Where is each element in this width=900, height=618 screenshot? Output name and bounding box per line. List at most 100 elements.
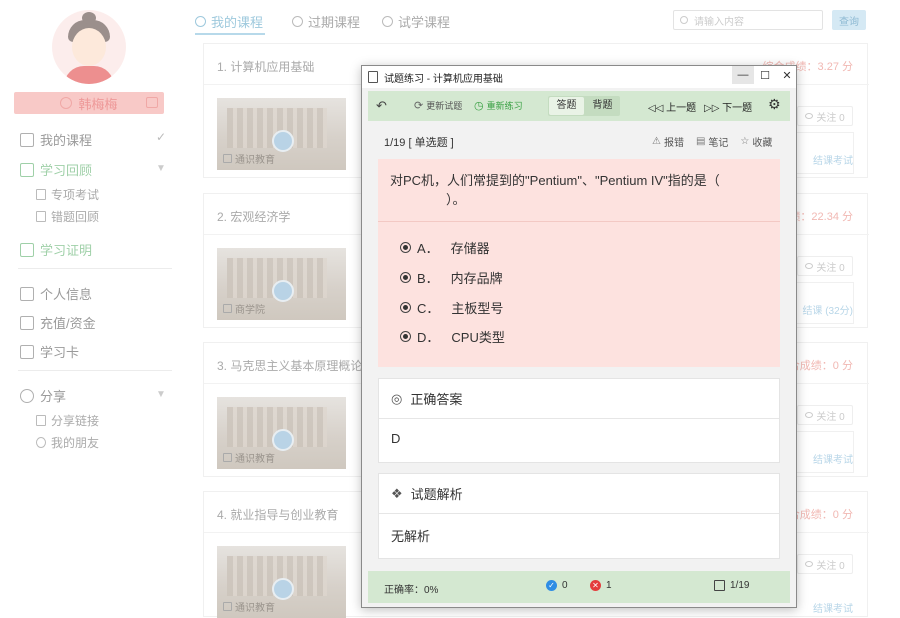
nav-special-exam[interactable]: 专项考试	[36, 186, 99, 203]
refresh-icon: ⟳	[414, 100, 424, 112]
edit-icon[interactable]	[146, 97, 158, 108]
username-bar[interactable]: 韩梅梅	[14, 92, 164, 114]
course-title[interactable]: 2. 宏观经济学	[217, 208, 290, 225]
radio-icon	[400, 331, 411, 342]
nav-wrong-review[interactable]: 错题回顾	[36, 208, 99, 225]
option-a[interactable]: A． 存储器	[400, 238, 490, 257]
nav-label: 我的朋友	[51, 436, 100, 450]
divider	[18, 268, 172, 269]
chevron-down-icon[interactable]: ▼	[156, 163, 166, 174]
nav-study-card[interactable]: 学习卡	[20, 342, 79, 361]
mode-memorize-button[interactable]: 背题	[585, 96, 620, 116]
option-c[interactable]: C． 主板型号	[400, 298, 503, 317]
option-d[interactable]: D． CPU类型	[400, 327, 505, 346]
course-thumbnail[interactable]: 通识教育	[217, 98, 346, 170]
nav-study-review[interactable]: 学习回顾	[20, 160, 92, 179]
search-input[interactable]: 请输入内容	[673, 10, 823, 30]
answer-value: D	[391, 431, 401, 446]
eye-icon	[805, 412, 814, 418]
refresh-questions-button[interactable]: ⟳ 更新试题	[414, 99, 462, 112]
gear-icon[interactable]: ⚙	[768, 96, 781, 113]
radio-icon	[400, 272, 411, 283]
question-line: 对PC机，人们常提到的"Pentium"、"Pentium IV"指的是（	[390, 173, 720, 188]
check-circle-icon: ✓	[546, 580, 557, 591]
school-logo	[272, 130, 294, 152]
final-exam-link[interactable]: 结课考试	[813, 451, 853, 466]
option-key: C．	[417, 301, 440, 316]
divider	[18, 370, 172, 371]
money-bag-icon	[20, 315, 34, 330]
nav-share[interactable]: 分享	[20, 386, 66, 405]
final-exam-link[interactable]: 结课考试	[813, 152, 853, 167]
course-title[interactable]: 1. 计算机应用基础	[217, 58, 314, 75]
follow-label: 关注 0	[816, 411, 845, 423]
maximize-button[interactable]: ☐	[754, 66, 776, 84]
mode-answer-button[interactable]: 答题	[549, 97, 584, 115]
analysis-header: ❖ 试题解析	[379, 474, 779, 514]
monitor-icon	[20, 162, 34, 177]
follow-button[interactable]: 关注 0	[797, 405, 853, 425]
search-placeholder: 请输入内容	[694, 16, 744, 28]
book-icon	[195, 16, 206, 27]
favorite-button[interactable]: ☆ 收藏	[740, 134, 772, 149]
upload-icon	[36, 415, 46, 426]
final-exam-link[interactable]: 结课 (32分)	[802, 302, 853, 317]
nav-recharge[interactable]: 充值/资金	[20, 313, 96, 332]
nav-certificate[interactable]: 学习证明	[20, 240, 92, 259]
course-thumbnail[interactable]: 通识教育	[217, 397, 346, 469]
analysis-panel: ❖ 试题解析 无解析	[378, 473, 780, 559]
tab-expired-courses[interactable]: 过期课程	[292, 12, 360, 31]
report-error-button[interactable]: ⚠ 报错	[652, 134, 684, 149]
note-button[interactable]: ▤ 笔记	[696, 134, 728, 149]
nav-personal-info[interactable]: 个人信息	[20, 284, 92, 303]
tab-trial-courses[interactable]: 试学课程	[382, 12, 450, 31]
course-thumbnail[interactable]: 商学院	[217, 248, 346, 320]
close-button[interactable]: ✕	[776, 66, 798, 84]
friends-icon	[36, 437, 46, 448]
nav-label: 我的课程	[40, 133, 93, 148]
tab-my-courses[interactable]: 我的课程	[195, 12, 263, 31]
restart-practice-button[interactable]: ◷ 重新练习	[474, 99, 523, 112]
prev-question-button[interactable]: ◁◁ 上一题	[648, 99, 696, 114]
trial-icon	[382, 16, 393, 27]
analysis-value: 无解析	[391, 529, 431, 544]
thumb-caption: 通识教育	[235, 454, 275, 465]
next-question-button[interactable]: ▷▷ 下一题	[704, 99, 752, 114]
course-thumbnail[interactable]: 通识教育	[217, 546, 346, 618]
course-score: 合成绩：0 分	[788, 360, 853, 372]
share-icon	[20, 388, 34, 403]
practice-window: 试题练习 - 计算机应用基础 — ☐ ✕ ↶ ⟳ 更新试题 ◷ 重新练习 答题 …	[361, 65, 797, 608]
course-title[interactable]: 4. 就业指导与创业教育	[217, 506, 338, 523]
certificate-icon	[20, 242, 34, 257]
option-text: 存储器	[450, 241, 490, 256]
nav-my-courses[interactable]: 我的课程	[20, 130, 92, 149]
question-progress[interactable]: 1/19	[714, 580, 749, 591]
cluster-icon: ❖	[391, 485, 403, 501]
nav-my-friends[interactable]: 我的朋友	[36, 434, 99, 451]
radio-icon	[400, 302, 411, 313]
back-icon[interactable]: ↶	[376, 98, 387, 114]
document-icon	[368, 71, 378, 83]
follow-button[interactable]: 关注 0	[797, 554, 853, 574]
search-button[interactable]: 查询	[832, 10, 866, 30]
chevron-down-icon[interactable]: ▼	[156, 389, 166, 400]
window-titlebar[interactable]: 试题练习 - 计算机应用基础 — ☐ ✕	[362, 66, 796, 88]
nav-share-link[interactable]: 分享链接	[36, 412, 99, 429]
question-box: 对PC机，人们常提到的"Pentium"、"Pentium IV"指的是（ ）。…	[378, 159, 780, 367]
answer-title: 正确答案	[410, 392, 463, 407]
nav-label: 个人信息	[40, 287, 93, 302]
final-exam-link[interactable]: 结课考试	[813, 600, 853, 615]
wrong-count: ✕ 1	[590, 580, 612, 591]
card-icon	[20, 344, 34, 359]
option-b[interactable]: B． 内存品牌	[400, 268, 503, 287]
option-text: 主板型号	[451, 301, 504, 316]
question-actions: ⚠ 报错 ▤ 笔记 ☆ 收藏	[652, 134, 772, 149]
minimize-button[interactable]: —	[732, 66, 754, 84]
nav-label: 分享	[40, 389, 67, 404]
radio-icon	[400, 242, 411, 253]
prev-label: 上一题	[666, 103, 697, 114]
follow-button[interactable]: 关注 0	[797, 106, 853, 126]
nav-label: 充值/资金	[40, 316, 96, 331]
course-title[interactable]: 3. 马克思主义基本原理概论	[217, 357, 362, 374]
follow-button[interactable]: 关注 0	[797, 256, 853, 276]
